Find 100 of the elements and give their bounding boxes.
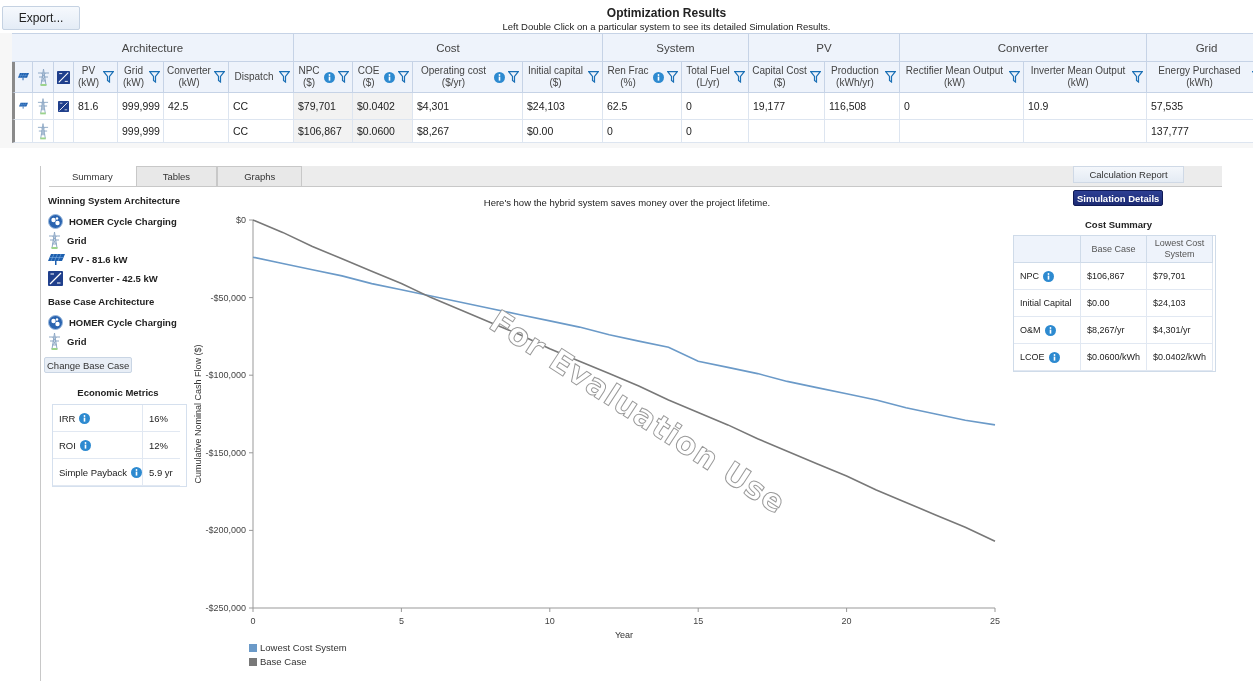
info-icon[interactable] bbox=[79, 439, 91, 451]
table-cell: 999,999 bbox=[118, 93, 164, 120]
info-icon[interactable] bbox=[1043, 270, 1054, 282]
column-header[interactable]: Initial capital ($) bbox=[523, 62, 603, 93]
table-cell: 42.5 bbox=[164, 93, 229, 120]
export-button[interactable]: Export... bbox=[2, 6, 80, 30]
column-header[interactable]: Inverter Mean Output (kW) bbox=[1024, 62, 1147, 93]
simulation-details-button[interactable]: Simulation Details bbox=[1073, 190, 1164, 206]
table-cell: $4,301 bbox=[413, 93, 523, 120]
legend-label: Base Case bbox=[260, 656, 307, 667]
table-cell: CC bbox=[229, 120, 294, 143]
info-icon[interactable] bbox=[1048, 351, 1060, 363]
filter-icon[interactable] bbox=[508, 71, 519, 83]
column-header[interactable]: NPC ($) bbox=[294, 62, 353, 93]
table-cell: $106,867 bbox=[294, 120, 353, 143]
x-axis-title: Year bbox=[614, 630, 634, 640]
power-tower-icon bbox=[37, 97, 49, 115]
x-tick-label: 15 bbox=[693, 616, 704, 626]
table-cell: $24,103 bbox=[523, 93, 603, 120]
table-cell: $106,867 bbox=[1081, 263, 1147, 290]
architecture-item: Grid bbox=[67, 235, 87, 246]
power-tower-icon bbox=[36, 68, 50, 86]
table-cell: $0.00 bbox=[523, 120, 603, 143]
info-icon[interactable] bbox=[1044, 324, 1056, 336]
table-cell: $0.0600/kWh bbox=[1081, 344, 1147, 371]
tab[interactable]: Summary bbox=[49, 166, 136, 186]
section-title: Economic Metrics bbox=[76, 387, 160, 398]
column-header[interactable]: Energy Purchased (kWh) bbox=[1147, 62, 1253, 93]
filter-icon[interactable] bbox=[1132, 71, 1143, 83]
filter-icon[interactable] bbox=[810, 71, 821, 83]
x-tick-label: 5 bbox=[398, 616, 404, 626]
info-icon[interactable] bbox=[131, 466, 143, 478]
column-header: Base Case bbox=[1081, 236, 1147, 263]
filter-icon[interactable] bbox=[734, 71, 745, 83]
filter-icon[interactable] bbox=[214, 71, 225, 83]
metric-value: 5.9 yr bbox=[143, 459, 180, 486]
table-cell: $8,267 bbox=[413, 120, 523, 143]
y-tick-label: -$250,000 bbox=[205, 603, 246, 613]
converter-icon bbox=[57, 69, 70, 85]
column-header[interactable]: Ren Frac (%) bbox=[603, 62, 682, 93]
architecture-item: Converter - 42.5 kW bbox=[69, 273, 158, 284]
column-header[interactable]: Grid (kW) bbox=[118, 62, 164, 93]
x-tick-label: 10 bbox=[544, 616, 555, 626]
column-header: Lowest Cost System bbox=[1147, 236, 1213, 263]
column-header[interactable]: Rectifier Mean Output (kW) bbox=[900, 62, 1024, 93]
filter-icon[interactable] bbox=[885, 71, 896, 83]
table-cell: 62.5 bbox=[603, 93, 682, 120]
filter-icon[interactable] bbox=[103, 71, 114, 83]
info-icon[interactable] bbox=[324, 71, 335, 83]
column-header[interactable]: Capital Cost ($) bbox=[749, 62, 825, 93]
table-cell: $0.0402 bbox=[353, 93, 413, 120]
change-base-case-button[interactable]: Change Base Case bbox=[44, 357, 133, 373]
info-icon[interactable] bbox=[79, 412, 91, 424]
table-cell: CC bbox=[229, 93, 294, 120]
y-tick-label: -$100,000 bbox=[205, 370, 246, 381]
table-cell: 0 bbox=[682, 120, 749, 143]
table-cell: $79,701 bbox=[294, 93, 353, 120]
tab[interactable]: Graphs bbox=[217, 166, 303, 186]
column-header[interactable]: PV (kW) bbox=[74, 62, 118, 93]
info-icon[interactable] bbox=[384, 71, 395, 83]
filter-icon[interactable] bbox=[398, 71, 409, 83]
column-header[interactable]: Production (kWh/yr) bbox=[825, 62, 900, 93]
row-label: O&M bbox=[1020, 325, 1041, 335]
instruction-text: Left Double Click on a particular system to see its detailed Simulation Results. bbox=[502, 21, 831, 32]
filter-icon[interactable] bbox=[1009, 71, 1020, 83]
filter-icon[interactable] bbox=[338, 71, 349, 83]
table-cell: 19,177 bbox=[749, 93, 825, 120]
filter-icon[interactable] bbox=[588, 71, 599, 83]
table-cell: 116,508 bbox=[825, 93, 900, 120]
metric-label: IRR bbox=[59, 412, 76, 424]
column-header[interactable]: Operating cost ($/yr) bbox=[413, 62, 523, 93]
x-tick-label: 20 bbox=[841, 616, 852, 626]
metric-label: ROI bbox=[59, 439, 76, 451]
legend-label: Lowest Cost System bbox=[260, 642, 347, 653]
filter-icon[interactable] bbox=[667, 71, 678, 83]
table-cell: 10.9 bbox=[1024, 93, 1147, 120]
column-header[interactable]: Converter (kW) bbox=[164, 62, 229, 93]
calculation-report-button[interactable]: Calculation Report bbox=[1073, 166, 1184, 183]
table-cell: 0 bbox=[900, 93, 1024, 120]
solar-panel-icon bbox=[48, 253, 65, 266]
table-cell: 999,999 bbox=[118, 120, 164, 143]
column-header[interactable]: Dispatch bbox=[229, 62, 294, 93]
table-cell: 0 bbox=[603, 120, 682, 143]
filter-icon[interactable] bbox=[279, 71, 290, 83]
filter-icon[interactable] bbox=[149, 71, 160, 83]
table-cell: $8,267/yr bbox=[1081, 317, 1147, 344]
group-header: Grid bbox=[1147, 34, 1253, 62]
page-title: Optimization Results bbox=[606, 6, 727, 20]
group-header: PV bbox=[749, 34, 900, 62]
column-header[interactable]: Total Fuel (L/yr) bbox=[682, 62, 749, 93]
architecture-item: Grid bbox=[67, 336, 87, 347]
table-cell: $24,103 bbox=[1147, 290, 1213, 317]
y-tick-label: -$150,000 bbox=[205, 447, 246, 458]
column-header[interactable]: COE ($) bbox=[353, 62, 413, 93]
tab[interactable]: Tables bbox=[135, 166, 218, 186]
info-icon[interactable] bbox=[653, 71, 664, 83]
table-cell: 81.6 bbox=[74, 93, 118, 120]
table-cell: $0.0600 bbox=[353, 120, 413, 143]
info-icon[interactable] bbox=[494, 71, 505, 83]
row-label: LCOE bbox=[1020, 352, 1045, 362]
